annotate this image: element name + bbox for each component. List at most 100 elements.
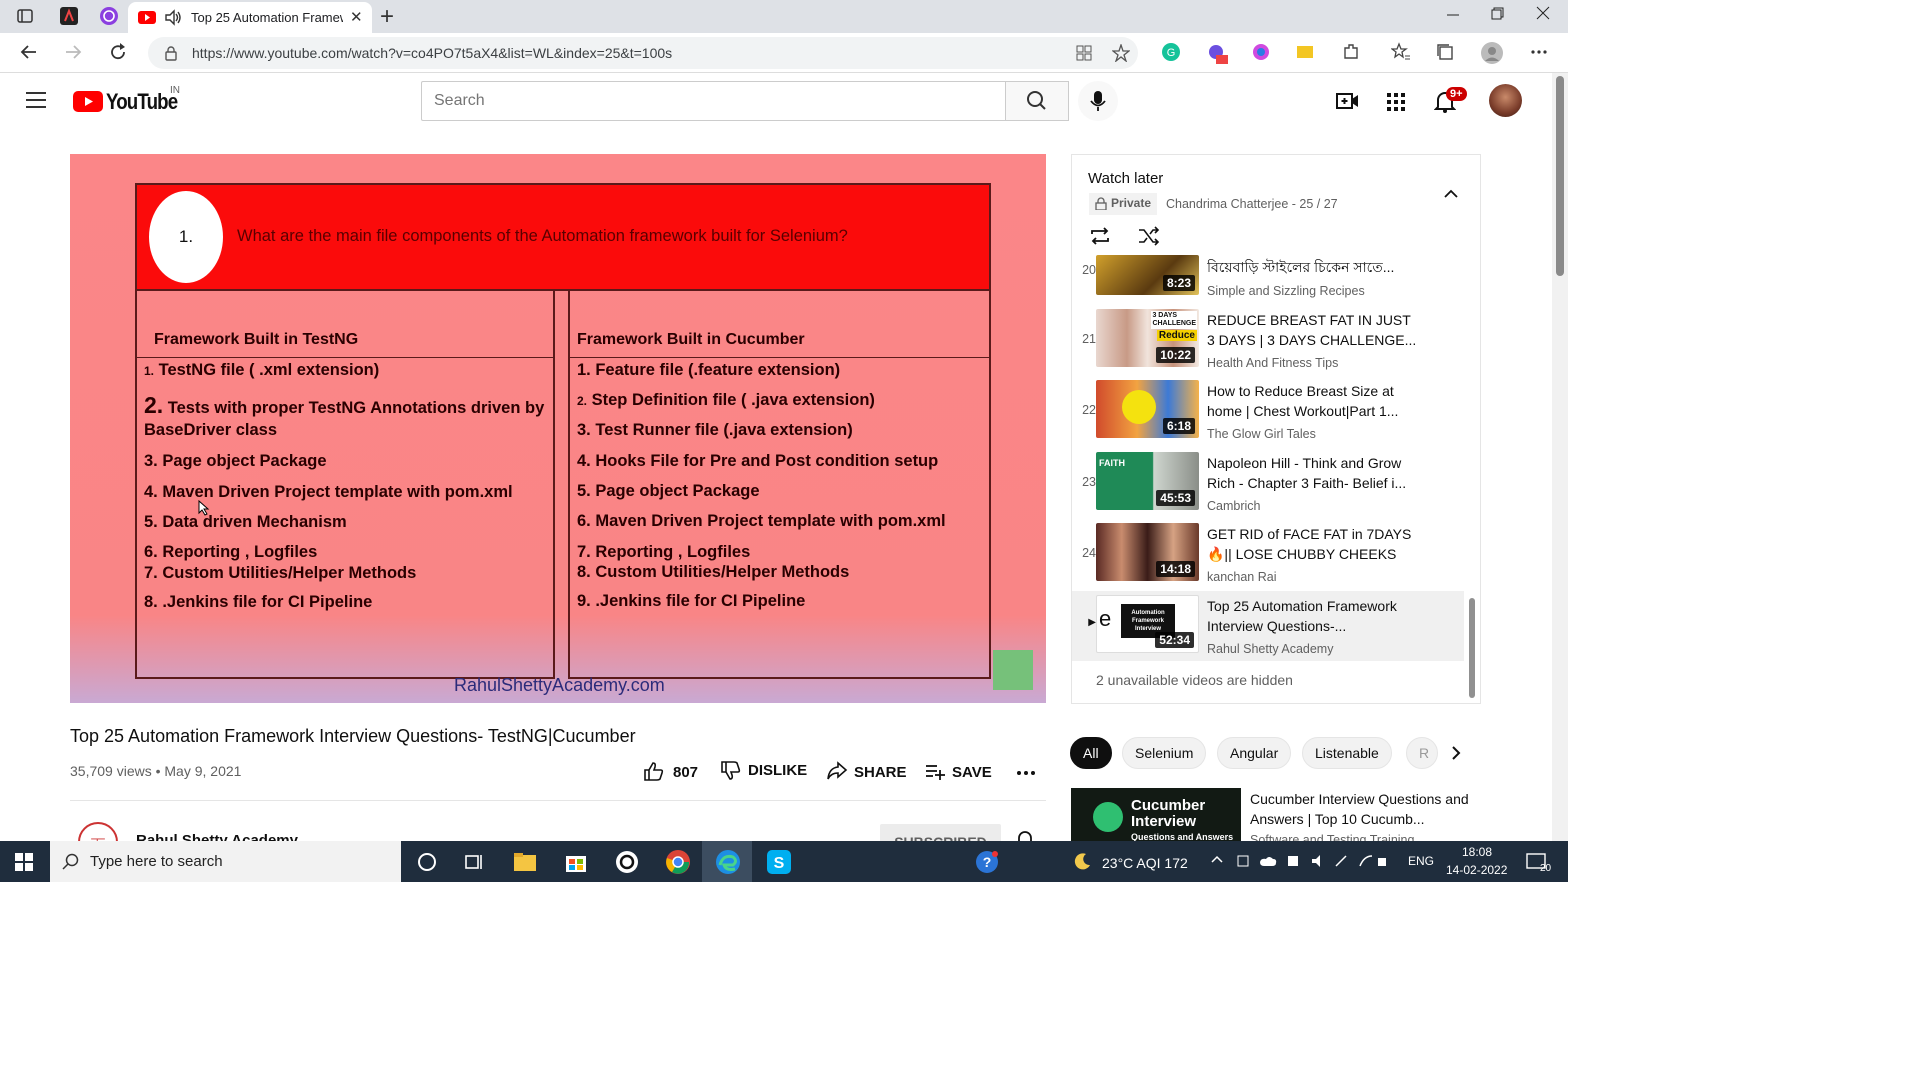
speaker-icon[interactable] xyxy=(164,9,182,31)
loop-playlist-icon[interactable] xyxy=(1088,225,1112,252)
refresh-icon[interactable] xyxy=(107,42,129,64)
page-scrollbar[interactable] xyxy=(1552,73,1568,841)
chip-angular[interactable]: Angular xyxy=(1217,737,1292,769)
playlist-item-thumbnail[interactable]: 8:23 xyxy=(1096,255,1199,295)
more-options-icon[interactable] xyxy=(1528,42,1550,64)
search-input[interactable] xyxy=(421,81,1005,121)
chip-all[interactable]: All xyxy=(1070,737,1112,769)
close-tab-icon[interactable]: ✕ xyxy=(350,8,363,26)
task-view-icon[interactable] xyxy=(462,849,488,875)
address-bar[interactable]: https://www.youtube.com/watch?v=co4PO7t5… xyxy=(148,37,1138,69)
app-circle-icon[interactable] xyxy=(614,849,640,875)
chip-listenable[interactable]: Listenable xyxy=(1302,737,1392,769)
windows-start-icon[interactable] xyxy=(15,853,33,876)
chips-next-chevron-icon[interactable] xyxy=(1448,745,1464,766)
shuffle-icon[interactable] xyxy=(1137,225,1161,252)
pinned-tab-extension-icon[interactable] xyxy=(100,7,118,25)
playlist-title[interactable]: Watch later xyxy=(1088,170,1163,187)
clock-date[interactable]: 14-02-2022 xyxy=(1446,863,1507,877)
input-language[interactable]: ENG xyxy=(1408,854,1434,868)
related-video-thumbnail[interactable]: Cucumber Interview Questions and Answers xyxy=(1071,788,1241,841)
playlist-item-thumbnail[interactable]: 14:18 xyxy=(1096,523,1199,581)
lock-icon[interactable] xyxy=(164,45,178,66)
tab-youtube-active[interactable]: Top 25 Automation Framew ✕ xyxy=(128,2,372,33)
restore-icon[interactable] xyxy=(1490,6,1504,23)
playlist-item[interactable]: 23 FAITH 45:53 Napoleon Hill - Think and… xyxy=(1072,452,1464,523)
clock-time[interactable]: 18:08 xyxy=(1462,845,1492,859)
coupon-extension-icon[interactable] xyxy=(1294,42,1316,64)
save-button[interactable]: SAVE xyxy=(924,761,992,781)
create-video-icon[interactable] xyxy=(1336,91,1360,116)
related-video-title[interactable]: Cucumber Interview Questions and Answers… xyxy=(1250,789,1470,829)
playlist-item-thumbnail[interactable]: FAITH 45:53 xyxy=(1096,452,1199,510)
menu-hamburger-icon[interactable] xyxy=(26,91,48,114)
video-title: Top 25 Automation Framework Interview Qu… xyxy=(70,726,636,746)
color-picker-icon[interactable] xyxy=(1250,42,1272,64)
collapse-playlist-icon[interactable] xyxy=(1443,185,1459,203)
youtube-header: YouTube IN 9+ xyxy=(0,73,1552,129)
playlist-item-title[interactable]: Napoleon Hill - Think and Grow Rich - Ch… xyxy=(1207,453,1417,493)
more-actions-icon[interactable] xyxy=(1016,765,1036,785)
microsoft-store-icon[interactable] xyxy=(563,849,589,875)
playlist-item-title[interactable]: Top 25 Automation Framework Interview Qu… xyxy=(1207,596,1417,636)
chip-selenium[interactable]: Selenium xyxy=(1122,737,1207,769)
page-scrollbar-thumb[interactable] xyxy=(1556,76,1564,276)
playlist-item-thumbnail[interactable]: 6:18 xyxy=(1096,380,1199,438)
related-video-channel: Software and Testing Training xyxy=(1250,833,1415,841)
chip-partial[interactable]: R xyxy=(1406,737,1438,769)
playlist-item-title[interactable]: REDUCE BREAST FAT IN JUST 3 DAYS | 3 DAY… xyxy=(1207,310,1417,350)
search-button[interactable] xyxy=(1005,81,1069,121)
forward-icon[interactable] xyxy=(62,42,84,64)
playlist-item-index: 21 xyxy=(1082,332,1096,346)
collections-icon[interactable] xyxy=(1434,42,1456,64)
video-player[interactable]: 1. What are the main file components of … xyxy=(70,154,1046,703)
extensions-puzzle-icon[interactable] xyxy=(1340,42,1362,64)
playlist-item[interactable]: 22 6:18 How to Reduce Breast Size at hom… xyxy=(1072,380,1464,451)
minimize-icon[interactable] xyxy=(1446,6,1460,23)
playlist-item[interactable]: 24 14:18 GET RID of FACE FAT in 7DAYS 🔥|… xyxy=(1072,523,1464,594)
tray-chevron-icon[interactable] xyxy=(1210,852,1224,869)
favorites-icon[interactable] xyxy=(1390,42,1412,64)
playlist-scrollbar-thumb[interactable] xyxy=(1469,598,1475,698)
video-duration: 45:53 xyxy=(1156,490,1195,506)
youtube-logo-text[interactable]: YouTube xyxy=(106,89,178,115)
edge-icon[interactable] xyxy=(715,849,741,875)
url-text[interactable]: https://www.youtube.com/watch?v=co4PO7t5… xyxy=(192,45,672,61)
chrome-icon[interactable] xyxy=(665,849,691,875)
subscribe-watermark-icon[interactable] xyxy=(993,650,1033,690)
tab-actions-icon[interactable] xyxy=(16,7,34,25)
playlist-item-title[interactable]: বিয়েবাড়ি স্টাইলের চিকেন সাতে... xyxy=(1207,257,1417,277)
app-available-icon[interactable] xyxy=(1076,45,1092,66)
playlist-item-title[interactable]: GET RID of FACE FAT in 7DAYS 🔥|| LOSE CH… xyxy=(1207,524,1417,564)
weather-moon-icon[interactable] xyxy=(1072,851,1092,876)
weather-text[interactable]: 23°C AQI 172 xyxy=(1102,855,1188,871)
tray-system-icons[interactable] xyxy=(1236,852,1386,873)
voice-search-button[interactable] xyxy=(1078,81,1118,121)
back-icon[interactable] xyxy=(18,42,40,64)
dislike-button[interactable]: DISLIKE xyxy=(720,761,807,781)
file-explorer-icon[interactable] xyxy=(512,849,538,875)
share-button[interactable]: SHARE xyxy=(826,761,907,781)
pinned-tab-pdf-icon[interactable] xyxy=(60,7,78,25)
apps-grid-icon[interactable] xyxy=(1386,92,1406,117)
account-avatar[interactable] xyxy=(1489,84,1522,117)
extension-badge-icon[interactable] xyxy=(1206,42,1228,64)
like-button[interactable]: 807 xyxy=(643,761,698,781)
playlist-item-current[interactable]: ▶ Automation Framework Interview e 52:34… xyxy=(1072,591,1464,661)
help-icon[interactable]: ? xyxy=(974,849,1000,875)
new-tab-button[interactable]: + xyxy=(380,3,394,31)
profile-avatar-icon[interactable] xyxy=(1481,42,1503,64)
taskbar-search-box[interactable]: Type here to search xyxy=(50,841,401,882)
playlist-item-thumbnail[interactable]: Automation Framework Interview e 52:34 xyxy=(1096,595,1199,653)
now-playing-icon: ▶ xyxy=(1088,617,1096,628)
playlist-item[interactable]: 21 3 DAYS CHALLENGE Reduce 10:22 REDUCE B… xyxy=(1072,309,1464,380)
skype-icon[interactable]: S xyxy=(766,849,792,875)
grammarly-icon[interactable]: G xyxy=(1160,42,1182,64)
channel-name[interactable]: Rahul Shetty Academy xyxy=(136,832,298,841)
add-favorite-icon[interactable] xyxy=(1111,42,1131,67)
close-window-icon[interactable] xyxy=(1536,6,1550,23)
playlist-item-title[interactable]: How to Reduce Breast Size at home | Ches… xyxy=(1207,381,1417,421)
playlist-item-thumbnail[interactable]: 3 DAYS CHALLENGE Reduce 10:22 xyxy=(1096,309,1199,367)
youtube-logo-icon[interactable] xyxy=(73,91,103,112)
cortana-icon[interactable] xyxy=(414,849,440,875)
